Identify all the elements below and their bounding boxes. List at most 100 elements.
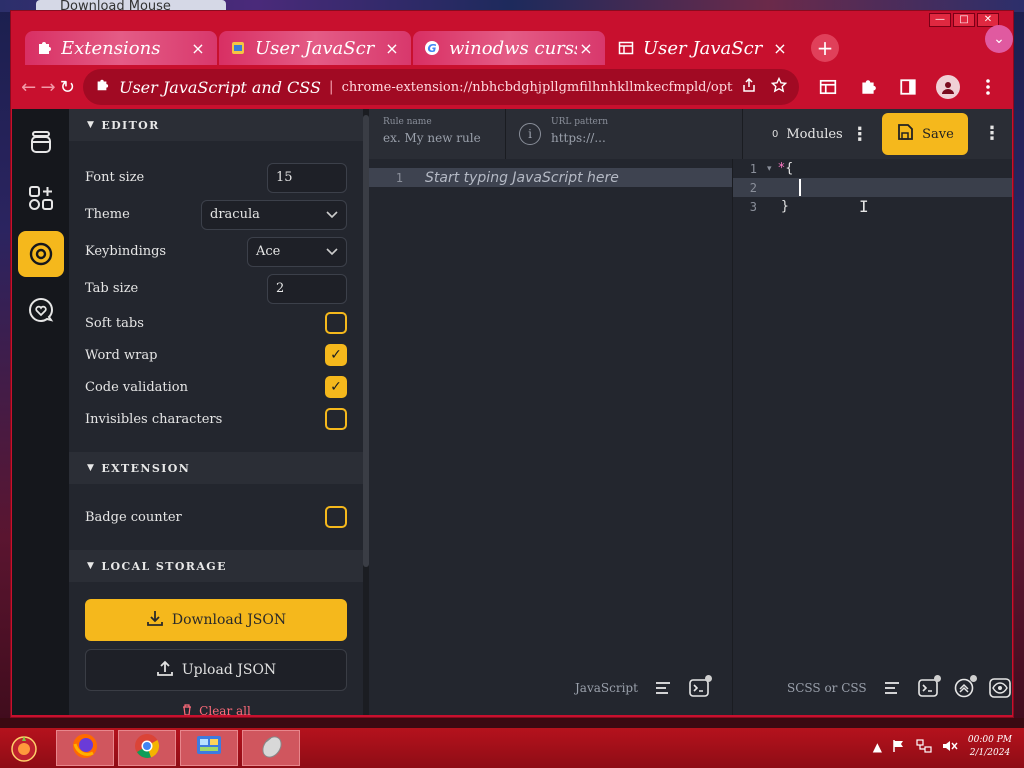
info-icon[interactable]: i [519, 123, 541, 145]
taskbar-chrome[interactable] [118, 730, 176, 766]
js-mode-label: JavaScript [575, 681, 638, 695]
mouse-icon [257, 732, 285, 764]
preview-eye-icon[interactable] [988, 677, 1011, 699]
editor-header: Rule name ex. My new rule i URL pattern … [369, 109, 1012, 159]
theme-select[interactable]: dracula [201, 199, 347, 230]
address-bar[interactable]: User JavaScript and CSS | chrome-extensi… [82, 69, 799, 105]
tab-google-search[interactable]: G winodws curssc × [413, 31, 605, 65]
soft-tabs-row: Soft tabs [69, 307, 363, 339]
url-pattern-field[interactable]: i URL pattern https://... [519, 117, 608, 145]
tab-extensions[interactable]: Extensions × [25, 31, 217, 65]
console-icon[interactable] [688, 675, 712, 699]
extension-section-header[interactable]: ▼ Extension [69, 452, 363, 484]
tab-close-icon[interactable]: × [771, 39, 789, 58]
editor-section-header[interactable]: ▼ Editor [69, 109, 363, 141]
new-tab-button[interactable]: + [811, 34, 839, 62]
caret-down-icon: ▼ [87, 561, 96, 571]
js-pane-footer: JavaScript [575, 673, 712, 703]
upload-json-button[interactable]: Upload JSON [85, 649, 347, 691]
badge-dot [969, 675, 977, 682]
side-panel-icon[interactable] [891, 70, 925, 104]
css-mode-label: SCSS or CSS [787, 681, 867, 695]
taskbar-mouse-app[interactable] [242, 730, 300, 766]
table-extension-icon[interactable] [811, 70, 845, 104]
support-heart-icon[interactable] [18, 287, 64, 333]
modules-button[interactable]: 0 Modules ⋮ [762, 117, 879, 151]
console-icon[interactable] [917, 675, 941, 699]
profile-button[interactable] [931, 70, 965, 104]
back-button[interactable]: ← [19, 70, 38, 104]
line-number: 3 [749, 199, 757, 214]
settings-icon[interactable] [17, 231, 64, 277]
download-json-button[interactable]: Download JSON [85, 599, 347, 641]
theme-row: Theme dracula [69, 196, 363, 233]
svg-text:G: G [427, 42, 436, 55]
tab-user-javascript-active[interactable]: User JavaScr × [607, 31, 799, 65]
forward-button[interactable]: → [38, 70, 57, 104]
tab-close-icon[interactable]: × [189, 39, 207, 58]
css-pane-footer: SCSS or CSS [787, 673, 1011, 703]
chevron-down-icon [326, 245, 338, 259]
firefox-icon [71, 732, 99, 764]
format-icon[interactable] [881, 677, 903, 699]
button-label: Upload JSON [181, 662, 277, 678]
caret-down-icon: ▼ [87, 120, 96, 130]
url-pattern-label: URL pattern [551, 117, 608, 127]
js-placeholder: Start typing JavaScript here [425, 169, 619, 186]
modules-menu-icon[interactable]: ⋮ [851, 124, 869, 145]
volume-muted-icon[interactable] [942, 739, 958, 756]
tab-close-icon[interactable]: × [383, 39, 401, 58]
start-button[interactable] [4, 731, 44, 765]
storage-section-header[interactable]: ▼ Local storage [69, 550, 363, 582]
bookmark-star-icon[interactable] [770, 76, 788, 97]
chrome-icon [133, 732, 161, 764]
network-icon[interactable] [916, 738, 932, 756]
scroll-up-icon[interactable] [953, 675, 977, 699]
extensions-puzzle-icon[interactable] [851, 70, 885, 104]
modules-count: 0 [772, 128, 779, 140]
system-tray: ▲ 00:00 PM 2/1/2024 [873, 734, 1012, 760]
css-code-line-1: *{ [778, 161, 794, 176]
tab-search-button[interactable]: ⌄ [985, 25, 1013, 53]
divider [742, 109, 743, 159]
font-size-row: Font size 15 [69, 159, 363, 196]
invisibles-checkbox[interactable] [325, 408, 347, 430]
reload-button[interactable]: ↻ [58, 70, 77, 104]
extension-icon [95, 78, 113, 96]
system-clock[interactable]: 00:00 PM 2/1/2024 [968, 734, 1012, 760]
word-wrap-label: Word wrap [85, 347, 158, 363]
tab-user-javascript-1[interactable]: User JavaScr × [219, 31, 411, 65]
save-button[interactable]: Save [882, 113, 968, 155]
css-brace-close: } [781, 199, 789, 214]
add-rule-icon[interactable] [18, 175, 64, 221]
badge-counter-checkbox[interactable] [325, 506, 347, 528]
more-options-icon[interactable]: ⋮ [983, 123, 1001, 144]
taskbar-firefox[interactable] [56, 730, 114, 766]
tab-close-icon[interactable]: × [577, 39, 595, 58]
flag-icon[interactable] [892, 739, 906, 756]
rule-name-field[interactable]: Rule name ex. My new rule [383, 117, 481, 145]
fold-arrow-icon[interactable]: ▾ [767, 164, 772, 174]
font-size-input[interactable]: 15 [267, 162, 347, 193]
rule-name-label: Rule name [383, 117, 432, 127]
soft-tabs-checkbox[interactable] [325, 312, 347, 334]
theme-value: dracula [210, 207, 260, 222]
url-text[interactable]: chrome-extension://nbhcbdghjpllgmfilhnhk… [342, 80, 733, 95]
rule-name-input[interactable]: ex. My new rule [383, 131, 481, 145]
rules-jar-icon[interactable] [18, 119, 64, 165]
taskbar-control-panel[interactable] [180, 730, 238, 766]
chevron-down-icon [326, 208, 338, 222]
share-icon[interactable] [741, 77, 757, 97]
word-wrap-checkbox[interactable]: ✓ [325, 344, 347, 366]
format-icon[interactable] [652, 677, 674, 699]
code-validation-checkbox[interactable]: ✓ [325, 376, 347, 398]
keybindings-select[interactable]: Ace [247, 236, 347, 267]
tab-size-input[interactable]: 2 [267, 273, 347, 304]
javascript-editor[interactable]: 1 Start typing JavaScript here JavaScrip… [369, 159, 733, 715]
show-hidden-icons-icon[interactable]: ▲ [873, 740, 882, 754]
css-editor[interactable]: 1 ▾ *{ 2 3 } I SCSS or CSS [733, 159, 1012, 715]
url-pattern-input[interactable]: https://... [551, 131, 608, 145]
browser-menu-icon[interactable] [971, 70, 1005, 104]
tab-strip: Extensions × User JavaScr × G winodws cu… [25, 25, 985, 65]
clear-storage-button[interactable]: Clear all [69, 701, 363, 715]
